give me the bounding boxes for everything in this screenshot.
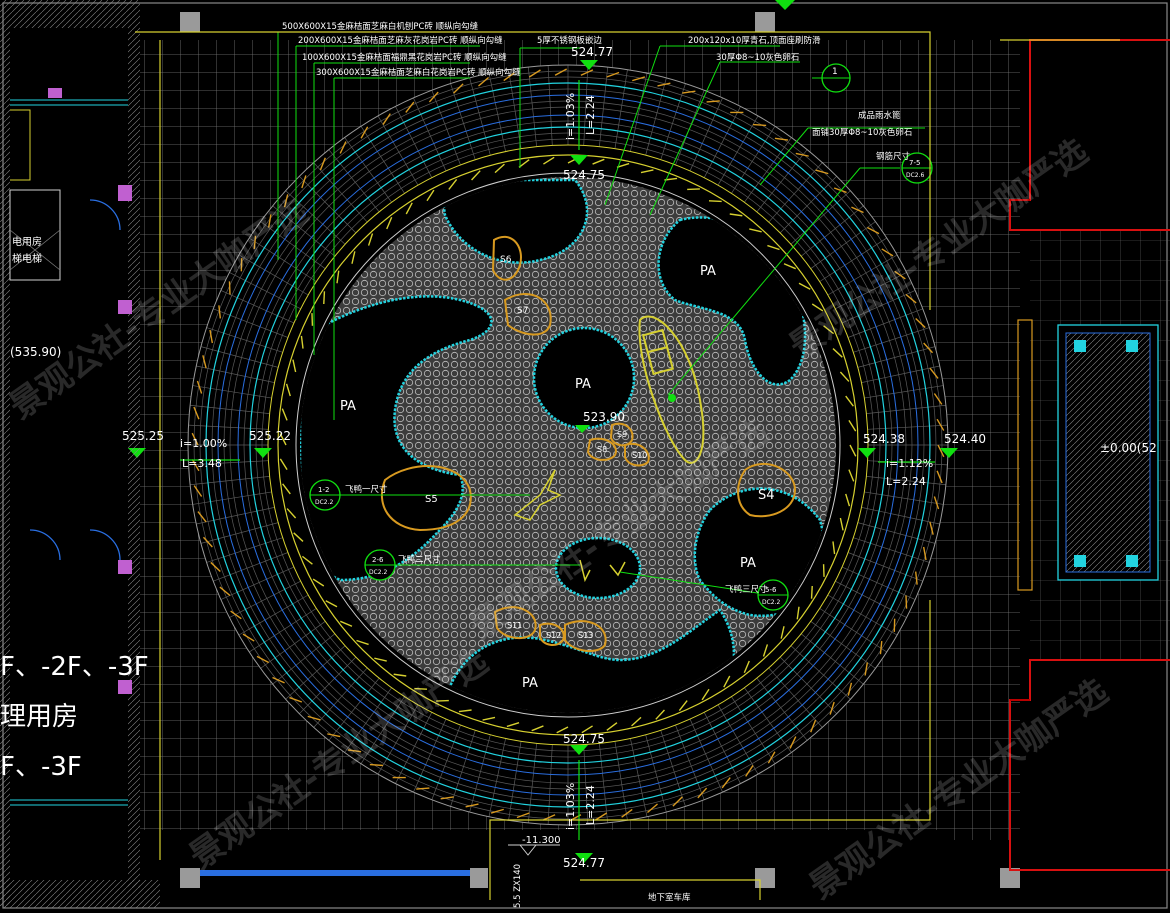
basement-marker	[508, 844, 560, 856]
callout-2-ref: DC2.2	[369, 569, 388, 576]
callout-4-ref: DC2.6	[906, 172, 925, 179]
elev-bottom-outer: 524.77	[563, 856, 605, 870]
stone-s7: S7	[517, 306, 528, 316]
callout-2-num: 2-6	[372, 556, 384, 564]
elev-right-far: ±0.00(52	[1100, 441, 1157, 455]
stair-label: 地下室车库	[648, 892, 691, 903]
slope-bottom-L: L=2.24	[584, 785, 597, 825]
slope-top-L: L=2.24	[584, 95, 597, 135]
note-7: 30厚Φ8~10灰色卵石	[716, 52, 799, 63]
callout-4-num: 7-5	[909, 159, 920, 167]
stone-s10: S10	[632, 451, 647, 460]
stone-s6: S6	[500, 255, 512, 265]
elev-basement: -11.300	[522, 835, 561, 846]
slope-right-L: L=2.24	[886, 475, 926, 488]
pa-label-5: PA	[522, 676, 538, 691]
slope-top-i: i=1.03%	[564, 93, 577, 140]
floors-label-2: F、-3F	[0, 752, 82, 782]
note-6: 200x120x10厚青石,顶面座刷防滑	[688, 35, 821, 46]
slope-left-L: L=3.48	[182, 457, 222, 470]
elev-left-outer: 525.25	[122, 429, 164, 443]
room-label: 电用房	[12, 235, 42, 248]
stone-s9: S9	[617, 430, 627, 439]
note-5: 5厚不锈钢板嵌边	[537, 35, 602, 46]
stone-s13: S13	[578, 631, 593, 640]
elev-left-far: (535.90)	[10, 345, 61, 359]
index-mark: 1	[832, 67, 838, 77]
note-4: 300X600X15金麻桔面芝麻白花岗岩PC砖 顺纵向勾缝	[316, 67, 521, 78]
callout-3-ref: DC2.2	[762, 599, 781, 606]
note-2: 200X600X15金麻桔面芝麻灰花岗岩PC砖 顺纵向勾缝	[298, 35, 503, 46]
stone-s5: S5	[425, 494, 438, 505]
floors-label-1: F、-2F、-3F	[0, 652, 149, 682]
stone-s4: S4	[758, 488, 775, 503]
elev-top-inner: 524.75	[563, 168, 605, 182]
slope-right-i: i=1.12%	[886, 457, 933, 470]
callout-2-text: 飞鸭二尺寸	[398, 554, 441, 565]
slope-left-i: i=1.00%	[180, 437, 227, 450]
callout-1-ref: DC2.2	[315, 499, 334, 506]
stone-s8: S8	[597, 445, 607, 454]
note-8: 成品雨水篦	[858, 110, 901, 121]
callout-1-num: 1-2	[318, 486, 329, 494]
note-9: 面铺30厚Φ8~10灰色卵石	[812, 127, 912, 138]
elev-top-outer: 524.77	[571, 45, 613, 59]
elev-right-inner: 524.38	[863, 432, 905, 446]
elev-left-inner: 525.22	[249, 429, 291, 443]
stair-dim: 5.5 ZX140	[513, 864, 523, 908]
pa-label-1: PA	[700, 264, 716, 279]
note-10: 钢筋尺寸	[876, 151, 911, 162]
note-1: 500X600X15金麻桔面芝麻白机刨PC砖 顺纵向勾缝	[282, 21, 479, 32]
pa-label-4: PA	[740, 556, 756, 571]
callout-3-text: 飞鸭三尺寸	[725, 584, 768, 595]
elev-bottom-inner: 524.75	[563, 732, 605, 746]
elev-right-outer: 524.40	[944, 432, 986, 446]
stone-s12: S12	[546, 631, 561, 640]
rooms-label-2: 理用房	[0, 702, 78, 732]
elev-center: 523.90	[583, 410, 625, 424]
cad-drawing: 524.77 524.75 525.25 525.22 523.90 524.3…	[0, 0, 1170, 913]
plan-svg: 524.77 524.75 525.25 525.22 523.90 524.3…	[0, 0, 1170, 909]
pa-label-2: PA	[575, 377, 591, 392]
leader-dot	[668, 394, 676, 402]
pa-label-3: PA	[340, 399, 356, 414]
callout-1-text: 飞鸭一尺寸	[345, 484, 388, 495]
note-3: 100X600X15金麻桔面福鼎黑花岗岩PC砖 顺纵向勾缝	[302, 52, 507, 63]
slope-bottom-i: i=1.03%	[564, 783, 577, 830]
room-sub: 梯电梯	[12, 252, 42, 265]
